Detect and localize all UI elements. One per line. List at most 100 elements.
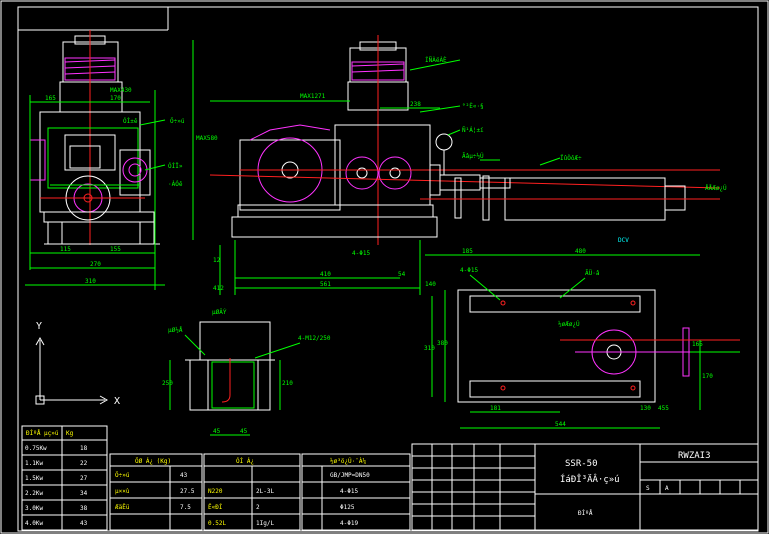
axis-x-label: X xyxy=(114,396,120,407)
spec3-right: Φ125 xyxy=(340,504,355,511)
dim-side-185: 185 xyxy=(462,248,473,255)
weight-row-value: 38 xyxy=(80,505,88,512)
weight-row-value: 43 xyxy=(80,520,88,527)
spec2-left: Ë«ÐÍ xyxy=(208,503,223,511)
spec1-label: µ××ù xyxy=(115,488,130,495)
dim-plan-455: 455 xyxy=(658,405,669,412)
title-sheet-s: S xyxy=(646,485,650,492)
spec2-left: 0.52L xyxy=(208,520,226,527)
dim-front-115: 115 xyxy=(60,246,71,253)
spec3-right: GB/JMP=DN50 xyxy=(330,472,370,479)
dim-section-210: 210 xyxy=(282,380,293,387)
dim-side-561: 561 xyxy=(320,281,331,288)
title-name: ÍáÐÎ³ÄÂ·ç»ú xyxy=(560,473,620,485)
dim-section-45b: 45 xyxy=(240,428,248,435)
plan-view: 310 380 181 544 130 170 165 455 4-Φ15 ÃÜ… xyxy=(424,267,740,429)
spec2-left: N220 xyxy=(208,488,223,495)
weight-row-power: 3.0Kw xyxy=(25,505,43,512)
dim-side-412: 412 xyxy=(213,285,224,292)
dim-plan-4phi15: 4-Φ15 xyxy=(460,267,478,274)
dim-section-250: 250 xyxy=(162,380,173,387)
spec-table-2: ÓÍ Á¿ N220 2L-3L Ë«ÐÍ 2 0.52L 1Ig/L xyxy=(203,453,301,531)
spec2-right: 1Ig/L xyxy=(256,520,274,527)
weight-row-power: 0.75Kw xyxy=(25,445,47,452)
weight-row-value: 27 xyxy=(80,475,88,482)
weight-row-value: 34 xyxy=(80,490,88,497)
callout-left-1: ÓÍ±ê xyxy=(123,117,138,125)
weight-row-power: 2.2Kw xyxy=(25,490,43,497)
dim-plan-165: 165 xyxy=(692,341,703,348)
weight-row-value: 22 xyxy=(80,460,88,467)
dim-dcv: DCV xyxy=(618,237,629,244)
weight-row-power: 1.1Kw xyxy=(25,460,43,467)
callout-left-3: ÓÍÏ» xyxy=(168,162,183,170)
callout-left-2: Ö÷»ú xyxy=(170,118,185,125)
spec2-header: ÓÍ Á¿ xyxy=(236,457,254,465)
spec1-label: Ö÷»ú xyxy=(115,472,130,479)
title-sheet-a: A xyxy=(665,485,669,492)
title-drawing-no: RWZAI3 xyxy=(678,451,711,461)
dim-front-max: MAX430 xyxy=(110,87,132,94)
title-block: SSR-50 ÍáÐÎ³ÄÂ·ç»ú RWZAI3 S A ÐÍºÅ xyxy=(411,443,759,531)
dim-front-310: 310 xyxy=(85,278,96,285)
callout-pipe: ÏûÒôÆ÷ xyxy=(560,155,582,162)
spec-table-1: ÖØ Á¿ (Kg) Ö÷»ú 43 µ××ù 27.5 ÆäËü 7.5 xyxy=(109,453,203,531)
callout-tr-3: Ñ¹Á¦±í xyxy=(462,127,484,134)
callout-tr-4: Ãâµ÷½Ú xyxy=(462,153,484,160)
dim-plan-181: 181 xyxy=(490,405,501,412)
dim-front-165: 165 xyxy=(45,95,56,102)
coordinate-axis: Y X xyxy=(35,321,120,407)
spec-table-3: ½ø³ö¿Ú·¨À¼ GB/JMP=DN50 4-Φ15 Φ125 4-Φ19 xyxy=(301,453,411,531)
spec2-right: 2L-3L xyxy=(256,488,274,495)
dim-side-12: 12 xyxy=(213,257,221,264)
front-view: 165 170 MAX430 115 155 270 310 ÓÍ±ê Ö÷»ú… xyxy=(25,29,185,290)
dim-side-480: 480 xyxy=(575,248,586,255)
section-view: 250 210 45 45 4-M12/250 µØ½Å µØÂÝ xyxy=(162,309,331,436)
drawing-svg: 165 170 MAX430 115 155 270 310 ÓÍ±ê Ö÷»ú… xyxy=(0,0,769,534)
weight-row-power: 1.5Kw xyxy=(25,475,43,482)
dim-side-410: 410 xyxy=(320,271,331,278)
drawing-frame xyxy=(17,6,759,532)
dim-section-45: 45 xyxy=(213,428,221,435)
dim-side-238: 238 xyxy=(410,101,421,108)
dim-plan-130: 130 xyxy=(640,405,651,412)
callout-section-2: µØÂÝ xyxy=(212,309,227,316)
cad-drawing-canvas: { "drawing": { "title_block": { "model":… xyxy=(0,0,769,534)
side-view: MAX1271 MAX580 238 410 561 140 54 4-Φ15 … xyxy=(192,35,727,295)
weight-row-power: 4.0Kw xyxy=(25,520,43,527)
sheet-border xyxy=(0,0,769,534)
title-footer: ÐÍºÅ xyxy=(578,509,593,517)
spec3-right: 4-Φ15 xyxy=(340,488,358,495)
dim-front-155: 155 xyxy=(110,246,121,253)
callout-plan: ÃÜ·â xyxy=(585,270,600,277)
weight-header-mid: µç»ú xyxy=(44,430,59,437)
spec1-value: 7.5 xyxy=(180,504,191,511)
weight-header-left: ÐÍºÅ xyxy=(26,429,41,437)
callout-tr-2: °²È«·§ xyxy=(462,102,484,110)
spec3-header: ½ø³ö¿Ú·¨À¼ xyxy=(330,458,367,465)
spec1-value: 27.5 xyxy=(180,488,195,495)
spec1-value: 43 xyxy=(180,472,188,479)
weight-row-value: 18 xyxy=(80,445,88,452)
dim-front-170: 170 xyxy=(110,95,121,102)
spec3-right: 4-Φ19 xyxy=(340,520,358,527)
callout-left-4: ·ÀÓê xyxy=(168,181,183,188)
dim-section-m12: 4-M12/250 xyxy=(298,335,331,342)
dim-side-max-width: MAX1271 xyxy=(300,93,326,100)
dim-side-max-height: MAX580 xyxy=(196,135,218,142)
dim-side-4phi15: 4-Φ15 xyxy=(352,250,370,257)
dim-plan-544: 544 xyxy=(555,421,566,428)
spec2-right: 2 xyxy=(256,504,260,511)
title-model: SSR-50 xyxy=(565,459,598,469)
dim-plan-170: 170 xyxy=(702,373,713,380)
axis-y-label: Y xyxy=(36,321,42,332)
callout-section: µØ½Å xyxy=(168,327,183,334)
spec1-header: ÖØ Á¿ (Kg) xyxy=(135,458,171,465)
dim-side-140: 140 xyxy=(425,281,436,288)
weight-table: ÐÍºÅ µç»ú Kg 0.75Kw 18 1.1Kw 22 1.5Kw 27… xyxy=(21,425,108,531)
weight-header-right: Kg xyxy=(66,430,74,437)
callout-inlet: ½øÆø¿Ú xyxy=(558,321,580,328)
callout-outlet: ÅÅÆø¿Ú xyxy=(705,185,727,192)
dim-plan-380: 380 xyxy=(437,340,448,347)
dim-plan-310: 310 xyxy=(424,345,435,352)
